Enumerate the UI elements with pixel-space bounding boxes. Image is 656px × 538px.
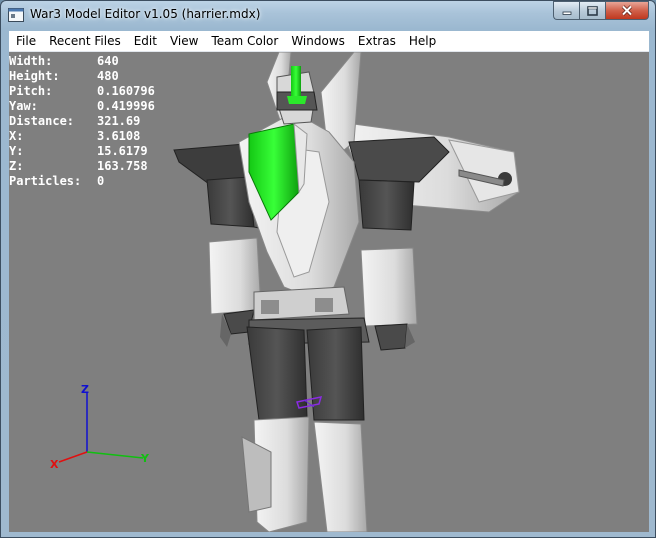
minimize-button[interactable] [553, 1, 579, 20]
menu-recent-files[interactable]: Recent Files [42, 31, 127, 51]
stat-label: Width: [9, 54, 53, 68]
stat-value: 163.758 [97, 159, 148, 173]
maximize-icon [587, 5, 598, 16]
menu-extras[interactable]: Extras [351, 31, 402, 51]
window-title: War3 Model Editor v1.05 (harrier.mdx) [30, 7, 261, 21]
menu-windows[interactable]: Windows [284, 31, 351, 51]
app-window: War3 Model Editor v1.05 (harrier.mdx) Fi… [0, 0, 656, 538]
menu-help[interactable]: Help [402, 31, 442, 51]
stat-label: Y: [9, 144, 24, 158]
stat-label: Distance: [9, 114, 75, 128]
leg-left [241, 326, 310, 532]
minimize-icon [562, 11, 571, 15]
maximize-button[interactable] [579, 1, 605, 20]
stat-z: Z: 163.758 [9, 159, 155, 174]
stat-x: X: 3.6108 [9, 129, 155, 144]
axis-gizmo: Z Y X [50, 383, 150, 471]
title-bar[interactable]: War3 Model Editor v1.05 (harrier.mdx) [1, 1, 655, 29]
stat-y: Y: 15.6179 [9, 144, 155, 159]
menu-file[interactable]: File [9, 31, 42, 51]
model-viewport[interactable]: Z Y X Width: 640 Height: 480 Pitch: 0.16079… [9, 52, 649, 532]
stat-value: 640 [97, 54, 119, 68]
stat-value: 321.69 [97, 114, 141, 128]
camera-stats-overlay: Width: 640 Height: 480 Pitch: 0.160796 Yaw:… [9, 54, 155, 189]
stat-label: Height: [9, 69, 60, 83]
menu-team-color[interactable]: Team Color [204, 31, 284, 51]
axis-x-label: X [50, 458, 59, 471]
stat-value: 0.419996 [97, 99, 155, 113]
stat-value: 480 [97, 69, 119, 83]
stat-value: 15.6179 [97, 144, 148, 158]
close-button[interactable] [605, 1, 649, 20]
leg-right [306, 326, 368, 532]
stat-height: Height: 480 [9, 69, 155, 84]
axis-y-line [86, 451, 144, 459]
stat-label: Particles: [9, 174, 82, 188]
axis-y-label: Y [140, 452, 150, 465]
stat-value: 0 [97, 174, 105, 188]
stat-width: Width: 640 [9, 54, 155, 69]
axis-x-line [58, 451, 88, 463]
stat-label: X: [9, 129, 24, 143]
app-icon [8, 8, 24, 22]
stat-label: Pitch: [9, 84, 53, 98]
stat-particles: Particles: 0 [9, 174, 155, 189]
stat-label: Yaw: [9, 99, 38, 113]
stat-distance: Distance: 321.69 [9, 114, 155, 129]
close-icon [621, 5, 633, 16]
stat-yaw: Yaw: 0.419996 [9, 99, 155, 114]
stat-label: Z: [9, 159, 24, 173]
menu-bar: File Recent Files Edit View Team Color W… [9, 31, 649, 52]
arm-right [360, 247, 418, 351]
stat-value: 3.6108 [97, 129, 141, 143]
menu-edit[interactable]: Edit [127, 31, 163, 51]
caption-buttons [553, 1, 649, 21]
stat-pitch: Pitch: 0.160796 [9, 84, 155, 99]
stat-value: 0.160796 [97, 84, 155, 98]
axis-z-label: Z [81, 383, 89, 396]
menu-view[interactable]: View [163, 31, 204, 51]
